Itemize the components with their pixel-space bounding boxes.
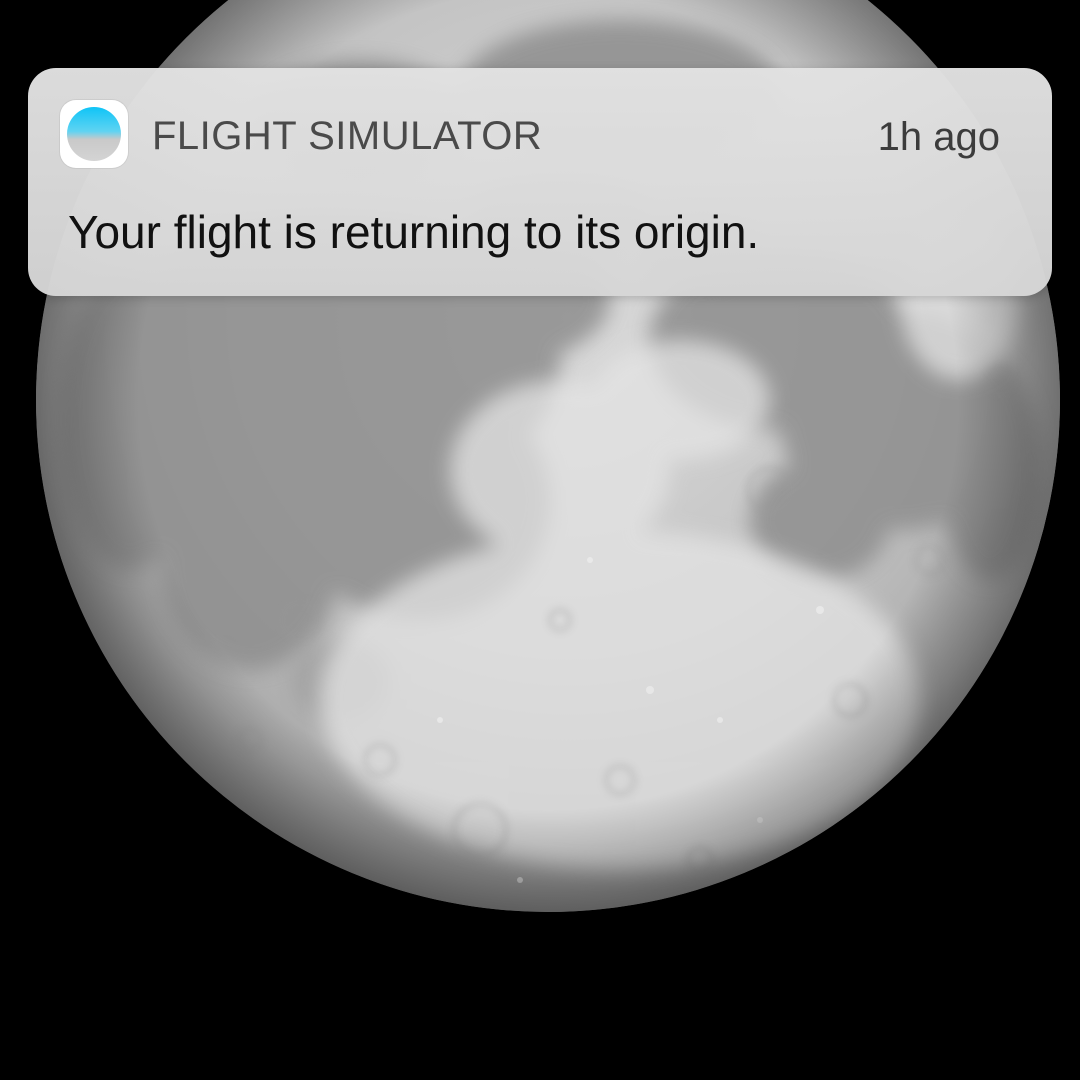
notification-message: Your flight is returning to its origin. (68, 206, 760, 258)
flight-simulator-app-icon (60, 100, 128, 168)
app-name: FLIGHT SIMULATOR (152, 114, 543, 158)
lock-screen: FLIGHT SIMULATOR 1h ago Your flight is r… (0, 0, 1080, 1080)
notification-timestamp: 1h ago (877, 115, 1000, 159)
notification-banner[interactable]: FLIGHT SIMULATOR 1h ago Your flight is r… (28, 68, 1052, 296)
